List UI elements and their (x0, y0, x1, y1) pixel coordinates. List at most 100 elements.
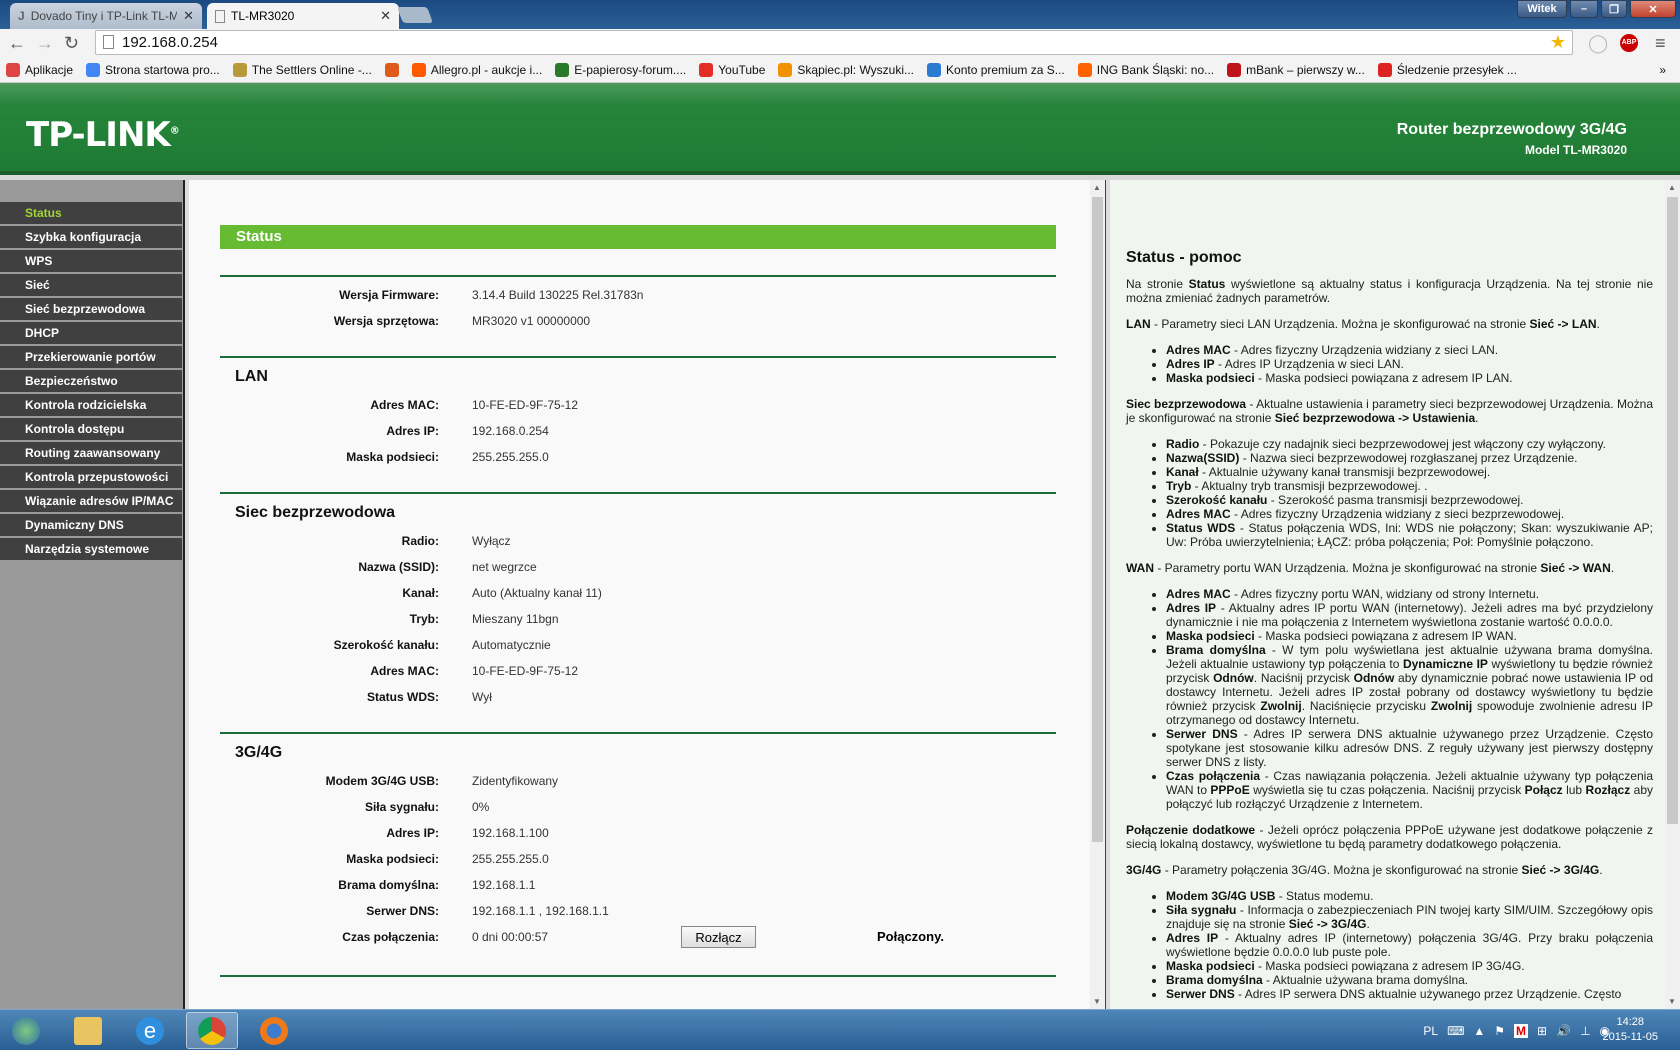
show-hidden-icons-icon[interactable]: ▲ (1473, 1024, 1485, 1038)
language-indicator[interactable]: PL (1423, 1024, 1438, 1038)
start-button[interactable] (0, 1012, 52, 1049)
scrollbar-thumb[interactable] (1092, 197, 1103, 842)
help-text: - Parametry sieci LAN Urządzenia. Można … (1150, 317, 1530, 331)
info-row: Siła sygnału: 0% (189, 800, 1089, 818)
help-term: Adres IP (1166, 931, 1219, 945)
taskbar-internet-explorer[interactable]: e (124, 1012, 176, 1049)
help-paragraph: WAN - Parametry portu WAN Urządzenia. Mo… (1126, 561, 1653, 575)
volume-icon[interactable]: 🔊 (1556, 1024, 1571, 1038)
help-term: Zwolnij (1430, 699, 1473, 713)
minimize-button[interactable]: – (1570, 0, 1598, 18)
help-text: . (1596, 317, 1600, 331)
section-divider (220, 732, 1056, 734)
field-value: MR3020 v1 00000000 (472, 314, 591, 328)
bookmark-item[interactable]: The Settlers Online -... (232, 63, 372, 77)
tab-dovado[interactable]: J Dovado Tiny i TP-Link TL-M ✕ (10, 3, 202, 29)
sidebar-item[interactable]: Kontrola przepustowości (0, 466, 182, 488)
help-text: - Nazwa sieci bezprzewodowej rozgłaszane… (1239, 451, 1578, 465)
bookmark-item[interactable]: E-papierosy-forum.... (555, 63, 686, 77)
help-text: - Status połączenia WDS, Ini: WDS nie po… (1166, 521, 1653, 549)
user-profile-button[interactable]: Witek (1517, 0, 1567, 18)
bookmark-label: ING Bank Śląski: no... (1096, 63, 1215, 77)
bookmark-item[interactable]: Strona startowa pro... (86, 63, 220, 77)
help-list: Adres MAC - Adres fizyczny Urządzenia wi… (1166, 343, 1653, 385)
sidebar-item[interactable]: Narzędzia systemowe (0, 538, 182, 560)
tab-tl-mr3020[interactable]: TL-MR3020 ✕ (207, 3, 399, 29)
scroll-up-icon[interactable]: ▲ (1093, 183, 1101, 192)
sidebar-item[interactable]: Kontrola dostępu (0, 418, 182, 440)
taskbar-chrome[interactable] (186, 1012, 238, 1049)
help-term: Adres MAC (1166, 343, 1231, 357)
menu-hamburger-icon[interactable]: ≡ (1655, 33, 1666, 54)
bookmark-item[interactable]: Śledzenie przesyłek ... (1377, 63, 1517, 77)
reload-icon[interactable]: ↻ (64, 33, 79, 54)
new-tab-button[interactable] (397, 7, 433, 23)
gmail-icon[interactable]: M (1514, 1023, 1529, 1038)
field-value: Zidentyfikowany (472, 774, 559, 788)
help-term: Zwolnij (1260, 699, 1302, 713)
help-paragraph: Połączenie dodatkowe - Jeżeli oprócz poł… (1126, 823, 1653, 851)
forward-arrow-icon[interactable]: → (36, 33, 54, 54)
help-text: lub (1562, 783, 1586, 797)
taskbar-firefox[interactable] (248, 1012, 300, 1049)
help-text: - Parametry połączenia 3G/4G. Można je s… (1161, 863, 1522, 877)
bookmark-label: Konto premium za S... (946, 63, 1065, 77)
sidebar-item[interactable]: Bezpieczeństwo (0, 370, 182, 392)
sidebar-item[interactable]: Sieć (0, 274, 182, 296)
scroll-up-icon[interactable]: ▲ (1668, 183, 1676, 192)
windows-icon[interactable]: ⊞ (1537, 1024, 1547, 1038)
help-term: Kanał (1166, 465, 1199, 479)
extension-icon[interactable]: ◯ (1588, 33, 1608, 54)
field-value: 192.168.0.254 (472, 424, 549, 438)
sidebar-item[interactable]: Kontrola rodzicielska (0, 394, 182, 416)
help-text: - Adres fizyczny portu WAN, widziany od … (1230, 587, 1540, 601)
sidebar-item[interactable]: WPS (0, 250, 182, 272)
action-center-flag-icon[interactable]: ⚑ (1494, 1024, 1505, 1038)
apps-grid-icon (6, 63, 20, 77)
sidebar-item[interactable]: DHCP (0, 322, 182, 344)
bookmark-item[interactable]: Konto premium za S... (927, 63, 1065, 77)
sidebar-item[interactable]: Dynamiczny DNS (0, 514, 182, 536)
bookmark-item[interactable]: Allegro.pl - aukcje i... (411, 63, 542, 77)
sidebar-item[interactable]: Wiązanie adresów IP/MAC (0, 490, 182, 512)
sidebar-item[interactable]: Routing zaawansowany (0, 442, 182, 464)
maximize-button[interactable]: ❐ (1601, 0, 1627, 18)
bookmark-item[interactable]: Aplikacje (6, 63, 73, 77)
main-scrollbar[interactable]: ▲ ▼ (1090, 180, 1105, 1009)
taskbar-explorer[interactable] (62, 1012, 114, 1049)
network-icon[interactable]: ⊥ (1580, 1024, 1590, 1038)
help-term: WAN (1126, 561, 1154, 575)
bookmark-item[interactable]: Skąpiec.pl: Wyszuki... (778, 63, 914, 77)
close-tab-icon[interactable]: ✕ (183, 8, 194, 24)
back-arrow-icon[interactable]: ← (8, 33, 26, 54)
scroll-down-icon[interactable]: ▼ (1093, 997, 1101, 1006)
help-scrollbar[interactable]: ▲ ▼ (1665, 180, 1680, 1009)
close-tab-icon[interactable]: ✕ (380, 8, 391, 24)
bookmark-item[interactable]: mBank – pierwszy w... (1227, 63, 1365, 77)
sidebar-item[interactable]: Szybka konfiguracja (0, 226, 182, 248)
sidebar-item[interactable]: Status (0, 202, 182, 224)
help-text: - Status modemu. (1275, 889, 1374, 903)
scroll-down-icon[interactable]: ▼ (1668, 997, 1676, 1006)
field-value: 255.255.255.0 (472, 450, 549, 464)
disconnect-button[interactable]: Rozłącz (681, 926, 756, 948)
close-window-button[interactable]: ✕ (1630, 0, 1676, 18)
help-text: Na stronie (1126, 277, 1189, 291)
adblock-icon[interactable]: ABP (1620, 34, 1638, 52)
info-row: Serwer DNS: 192.168.1.1 , 192.168.1.1 (189, 904, 1089, 922)
info-row: Maska podsieci: 255.255.255.0 (189, 852, 1089, 870)
sidebar-item[interactable]: Przekierowanie portów (0, 346, 182, 368)
bookmark-item[interactable]: YouTube (699, 63, 765, 77)
address-bar[interactable]: 192.168.0.254 ★ (95, 30, 1573, 55)
section-divider (220, 492, 1056, 494)
clock[interactable]: 14:28 2015-11-05 (1603, 1015, 1658, 1045)
scrollbar-thumb[interactable] (1667, 197, 1678, 824)
bookmark-item[interactable] (384, 63, 399, 77)
bookmark-label: YouTube (718, 63, 766, 77)
keyboard-icon[interactable]: ⌨ (1447, 1024, 1464, 1038)
field-label: Siła sygnału: (364, 800, 439, 814)
bookmarks-overflow-button[interactable]: » (1659, 63, 1666, 77)
bookmark-star-icon[interactable]: ★ (1550, 31, 1566, 54)
sidebar-item[interactable]: Sieć bezprzewodowa (0, 298, 182, 320)
bookmark-item[interactable]: ING Bank Śląski: no... (1077, 63, 1215, 77)
